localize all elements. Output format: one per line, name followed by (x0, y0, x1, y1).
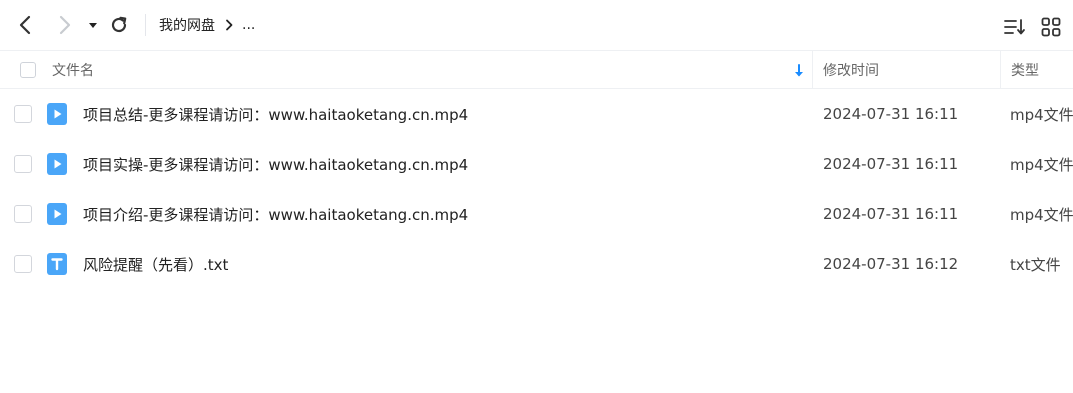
file-type: mp4文件 (1010, 205, 1073, 224)
toolbar-divider (145, 14, 146, 36)
row-checkbox[interactable] (14, 255, 32, 273)
file-row[interactable]: 项目总结-更多课程请访问：www.haitaoketang.cn.mp4 202… (0, 89, 1073, 139)
row-checkbox[interactable] (14, 205, 32, 223)
row-checkbox[interactable] (14, 105, 32, 123)
row-checkbox[interactable] (14, 155, 32, 173)
refresh-icon[interactable] (108, 14, 130, 36)
history-dropdown-icon[interactable] (84, 16, 102, 34)
column-divider[interactable] (1000, 51, 1001, 89)
column-divider[interactable] (812, 51, 813, 89)
grid-view-icon[interactable] (1040, 16, 1062, 38)
toolbar: 我的网盘 ... (0, 0, 1073, 50)
video-file-icon (46, 152, 68, 176)
sort-descending-icon[interactable] (792, 63, 806, 79)
breadcrumb-root[interactable]: 我的网盘 (159, 15, 215, 35)
breadcrumb: 我的网盘 ... (159, 15, 255, 35)
column-header-type[interactable]: 类型 (1011, 51, 1039, 89)
chevron-right-icon (224, 19, 234, 31)
select-all-checkbox[interactable] (20, 62, 36, 78)
back-arrow-icon[interactable] (14, 13, 38, 37)
video-file-icon (46, 102, 68, 126)
file-type: mp4文件 (1010, 105, 1073, 124)
file-modified: 2024-07-31 16:12 (823, 255, 959, 273)
breadcrumb-more[interactable]: ... (242, 17, 255, 33)
file-row[interactable]: 项目介绍-更多课程请访问：www.haitaoketang.cn.mp4 202… (0, 189, 1073, 239)
column-header-modified[interactable]: 修改时间 (823, 51, 879, 89)
file-row[interactable]: 项目实操-更多课程请访问：www.haitaoketang.cn.mp4 202… (0, 139, 1073, 189)
file-list-header: 文件名 修改时间 类型 (0, 50, 1073, 89)
file-name[interactable]: 项目实操-更多课程请访问：www.haitaoketang.cn.mp4 (83, 139, 468, 189)
file-modified: 2024-07-31 16:11 (823, 105, 959, 123)
text-file-icon (46, 252, 68, 276)
file-type: mp4文件 (1010, 155, 1073, 174)
file-name[interactable]: 项目介绍-更多课程请访问：www.haitaoketang.cn.mp4 (83, 189, 468, 239)
sort-order-icon[interactable] (1003, 16, 1027, 38)
column-header-name[interactable]: 文件名 (52, 51, 94, 89)
forward-arrow-icon[interactable] (52, 13, 76, 37)
file-name[interactable]: 项目总结-更多课程请访问：www.haitaoketang.cn.mp4 (83, 89, 468, 139)
file-row[interactable]: 风险提醒（先看）.txt 2024-07-31 16:12 txt文件 (0, 239, 1073, 289)
file-modified: 2024-07-31 16:11 (823, 205, 959, 223)
video-file-icon (46, 202, 68, 226)
file-modified: 2024-07-31 16:11 (823, 155, 959, 173)
file-type: txt文件 (1010, 255, 1061, 274)
file-name[interactable]: 风险提醒（先看）.txt (83, 239, 228, 289)
